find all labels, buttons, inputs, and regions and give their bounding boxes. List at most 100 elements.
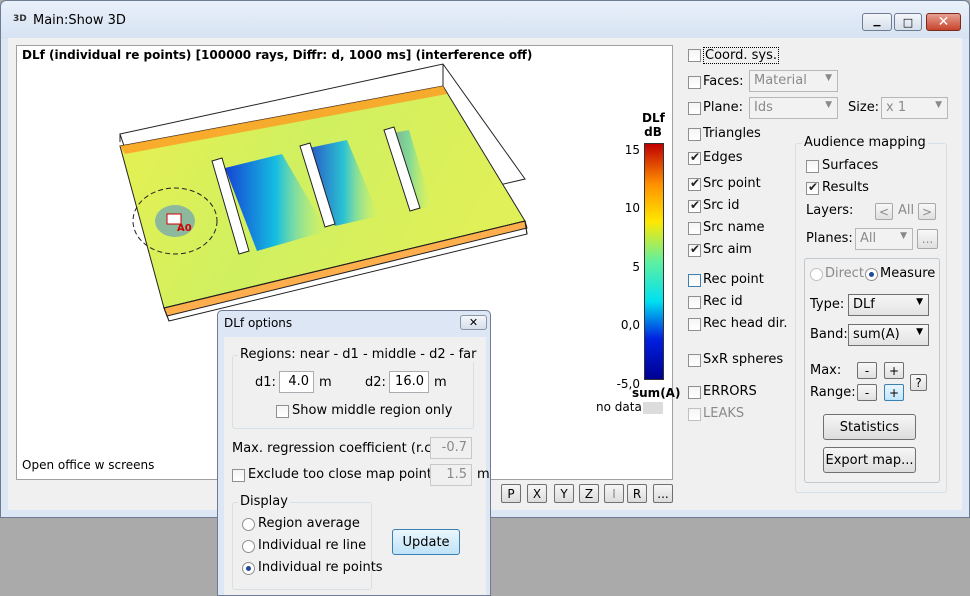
dialog-body: Regions: near - d1 - middle - d2 - far d…	[224, 337, 490, 595]
window-title: Main:Show 3D	[33, 13, 126, 28]
colorbar	[644, 143, 664, 380]
rec-point-label: Rec point	[703, 272, 764, 287]
plane-checkbox[interactable]	[688, 102, 701, 115]
range-label: Range:	[810, 385, 856, 400]
view-more-button[interactable]: ...	[653, 484, 673, 503]
region-average-radio[interactable]	[242, 518, 255, 531]
plot-title: DLf (individual re points) [100000 rays,…	[22, 48, 533, 62]
size-label: Size:	[848, 100, 880, 115]
src-point-checkbox[interactable]	[688, 176, 701, 191]
src-name-checkbox[interactable]	[688, 222, 701, 235]
errors-checkbox[interactable]	[688, 386, 701, 399]
layers-label: Layers:	[806, 203, 854, 218]
planes-select[interactable]: All ▼	[855, 228, 913, 250]
plane-select-value: Ids	[754, 100, 773, 115]
max-label: Max:	[810, 363, 842, 378]
max-regression-input[interactable]: -0.7	[430, 437, 472, 459]
layers-prev-button[interactable]: <	[875, 203, 893, 220]
exclude-close-input[interactable]: 1.5	[430, 464, 472, 486]
dialog-close-button[interactable]: ✕	[460, 315, 487, 330]
rec-id-checkbox[interactable]	[688, 296, 701, 309]
layers-next-button[interactable]: >	[918, 203, 936, 220]
plane-select[interactable]: Ids ▼	[749, 97, 838, 119]
statistics-button[interactable]: Statistics	[823, 414, 916, 440]
rec-point-checkbox[interactable]	[688, 274, 701, 287]
d2-input[interactable]: 16.0	[389, 371, 429, 393]
range-minus-button[interactable]: -	[857, 384, 877, 401]
no-data-label: no data:	[596, 400, 646, 414]
view-x-button[interactable]: X	[527, 484, 547, 503]
coord-sys-checkbox[interactable]	[688, 49, 701, 62]
sxr-spheres-label: SxR spheres	[703, 352, 784, 367]
band-select[interactable]: sum(A) ▼	[848, 324, 929, 346]
exclude-close-checkbox[interactable]	[232, 469, 245, 482]
view-z-button[interactable]: Z	[579, 484, 599, 503]
individual-points-radio[interactable]	[242, 562, 255, 575]
rec-head-dir-checkbox[interactable]	[688, 318, 701, 331]
colorbar-tick: 0,0	[620, 318, 640, 332]
surfaces-label: Surfaces	[822, 158, 879, 173]
measure-radio[interactable]	[865, 268, 878, 281]
model-name: Open office w screens	[22, 458, 155, 472]
sxr-spheres-checkbox[interactable]	[688, 354, 701, 367]
dialog-title: DLf options	[224, 316, 293, 330]
size-select[interactable]: x 1 ▼	[881, 97, 948, 119]
view-perspective-button[interactable]: P	[501, 484, 521, 503]
minimize-button[interactable]: ▁	[862, 13, 892, 31]
exclude-close-unit: m	[477, 467, 490, 482]
view-i-button[interactable]: I	[604, 484, 624, 503]
colorbar-band: sum(A)	[632, 386, 681, 400]
planes-more-button[interactable]: ...	[917, 229, 938, 249]
display-title: Display	[238, 494, 290, 509]
colorbar-tick: 15	[624, 143, 640, 157]
colorbar-title: DLf dB	[642, 111, 665, 139]
direct-label: Direct	[825, 266, 864, 281]
dialog-title-bar[interactable]: DLf options ✕	[218, 311, 490, 337]
d2-label: d2:	[365, 375, 386, 390]
chevron-down-icon: ▼	[900, 231, 907, 241]
max-plus-button[interactable]: +	[884, 362, 904, 379]
minimize-icon: ▁	[873, 17, 881, 27]
audience-mapping-title: Audience mapping	[802, 135, 928, 150]
title-bar[interactable]: 3D Main:Show 3D ▁ □ ✕	[1, 1, 969, 39]
plane-label: Plane:	[703, 100, 744, 115]
results-label: Results	[822, 180, 869, 195]
size-select-value: x 1	[886, 100, 907, 115]
range-plus-button[interactable]: +	[884, 384, 904, 401]
exclude-close-label: Exclude too close map points:	[248, 467, 444, 482]
direct-radio[interactable]	[810, 268, 823, 281]
faces-select[interactable]: Material ▼	[749, 70, 838, 92]
view-y-button[interactable]: Y	[554, 484, 574, 503]
type-label: Type:	[810, 297, 845, 312]
individual-line-radio[interactable]	[242, 540, 255, 553]
max-minus-button[interactable]: -	[857, 362, 877, 379]
colorbar-quantity: DLf	[642, 111, 665, 125]
show-middle-checkbox[interactable]	[276, 405, 289, 418]
results-checkbox[interactable]	[806, 180, 819, 195]
leaks-checkbox[interactable]	[688, 408, 701, 421]
src-aim-label: Src aim	[703, 242, 752, 257]
chevron-down-icon: ▼	[916, 327, 923, 337]
surfaces-checkbox[interactable]	[806, 160, 819, 173]
d1-input[interactable]: 4.0	[279, 371, 314, 393]
src-id-checkbox[interactable]	[688, 198, 701, 213]
update-button[interactable]: Update	[392, 529, 460, 555]
view-reset-button[interactable]: R	[627, 484, 647, 503]
show-middle-label: Show middle region only	[292, 403, 453, 418]
triangles-checkbox[interactable]	[688, 128, 701, 141]
close-icon: ✕	[937, 14, 950, 30]
app-3d-icon: 3D	[13, 14, 27, 24]
src-aim-checkbox[interactable]	[688, 242, 701, 257]
edges-checkbox[interactable]	[688, 150, 701, 165]
maximize-button[interactable]: □	[894, 13, 922, 31]
triangles-label: Triangles	[703, 126, 761, 141]
help-button[interactable]: ?	[910, 374, 927, 391]
faces-checkbox[interactable]	[688, 76, 701, 89]
close-button[interactable]: ✕	[926, 13, 961, 31]
export-map-button[interactable]: Export map...	[823, 447, 916, 473]
type-select[interactable]: DLf ▼	[848, 294, 929, 316]
d1-unit: m	[319, 375, 332, 390]
max-regression-label: Max. regression coefficient (r.c.):	[232, 441, 445, 456]
chevron-down-icon: ▼	[825, 100, 832, 110]
d1-label: d1:	[255, 375, 276, 390]
